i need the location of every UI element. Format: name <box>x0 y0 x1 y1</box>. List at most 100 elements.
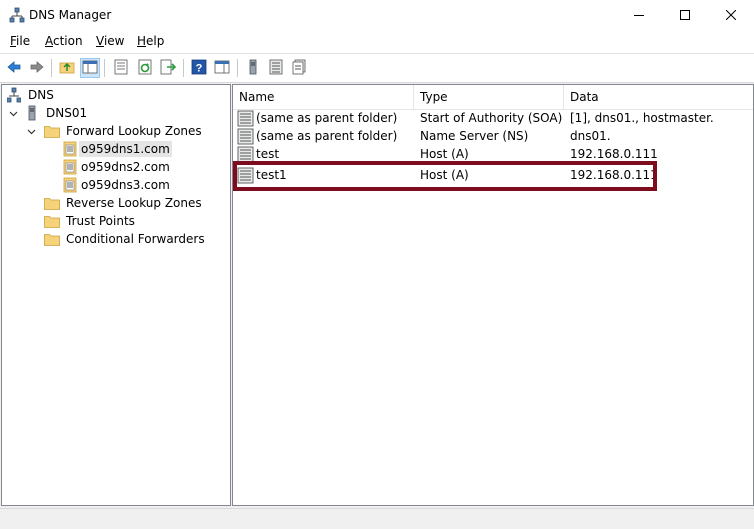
window-title: DNS Manager <box>29 8 112 22</box>
menu-help[interactable]: Help <box>137 34 164 48</box>
toolbar-separator <box>183 59 184 77</box>
tree-label: o959dns2.com <box>81 160 170 174</box>
column-header-name[interactable]: Name <box>233 85 414 109</box>
tree-label: Conditional Forwarders <box>66 232 205 246</box>
record-icon <box>237 146 254 163</box>
tree-item-trust-points[interactable]: Trust Points <box>44 212 137 230</box>
minimize-icon <box>634 10 644 20</box>
menu-action[interactable]: Action <box>45 34 83 48</box>
folder-icon <box>44 213 60 229</box>
record-type: Host (A) <box>420 168 469 182</box>
close-button[interactable] <box>708 0 754 30</box>
menu-action-label: ction <box>53 34 83 48</box>
tree-label: DNS <box>28 88 54 102</box>
folder-icon <box>44 123 60 139</box>
menu-view-label: iew <box>103 34 125 48</box>
title-bar: DNS Manager <box>0 0 754 31</box>
show-hide-action-pane-icon <box>214 59 230 78</box>
menu-view[interactable]: View <box>96 34 124 48</box>
column-header-label: Type <box>420 90 448 104</box>
back-button[interactable] <box>4 58 24 78</box>
server-icon <box>24 105 40 121</box>
tree-item-forward-lookup-zones[interactable]: Forward Lookup Zones <box>26 122 204 140</box>
menu-help-label: elp <box>146 34 165 48</box>
zone-copy-icon <box>291 59 307 78</box>
help-icon: ? <box>191 59 207 78</box>
server-button[interactable] <box>243 58 263 78</box>
export-list-icon <box>160 59 177 78</box>
zone-copy-button[interactable] <box>289 58 309 78</box>
refresh-button[interactable] <box>135 58 155 78</box>
folder-icon <box>44 195 60 211</box>
help-button[interactable]: ? <box>189 58 209 78</box>
close-icon <box>726 10 736 20</box>
tree-label: Trust Points <box>66 214 135 228</box>
menu-file[interactable]: File <box>10 34 30 48</box>
chevron-down-icon[interactable] <box>8 108 18 118</box>
show-hide-tree-button[interactable] <box>80 58 100 78</box>
tree-item-dns[interactable]: DNS <box>6 86 56 104</box>
toolbar-separator <box>51 59 52 77</box>
toolbar: ? <box>0 54 754 83</box>
tree-item-server[interactable]: DNS01 <box>8 104 89 122</box>
record-list[interactable]: Name Type Data (same as parent folder) S… <box>232 84 754 506</box>
zone-icon <box>268 59 284 78</box>
minimize-button[interactable] <box>616 0 662 30</box>
tree-item-zone-o959dns3[interactable]: o959dns3.com <box>62 176 172 194</box>
properties-button[interactable] <box>111 58 131 78</box>
zone-icon <box>62 159 78 175</box>
dns-manager-icon <box>9 7 25 23</box>
status-bar <box>0 508 754 529</box>
menu-view-accel: V <box>96 34 104 48</box>
record-name: test <box>256 147 280 161</box>
table-row[interactable]: test1 Host (A) 192.168.0.111 <box>233 167 753 185</box>
record-type: Start of Authority (SOA) <box>420 111 563 125</box>
record-icon <box>237 110 254 127</box>
folder-icon <box>44 231 60 247</box>
record-type: Name Server (NS) <box>420 129 529 143</box>
show-hide-tree-icon <box>82 59 98 78</box>
toolbar-separator <box>104 59 105 77</box>
console-tree[interactable]: DNS DNS01 Forward Lookup Zones o959dns1.… <box>1 84 231 506</box>
record-data: [1], dns01., hostmaster. <box>570 111 714 125</box>
export-list-button[interactable] <box>158 58 178 78</box>
record-name: test1 <box>256 168 287 182</box>
tree-item-zone-o959dns2[interactable]: o959dns2.com <box>62 158 172 176</box>
zone-icon <box>62 177 78 193</box>
up-folder-button[interactable] <box>57 58 77 78</box>
table-row[interactable]: test Host (A) 192.168.0.111 <box>233 146 753 164</box>
column-header-type[interactable]: Type <box>414 85 564 109</box>
menu-help-accel: H <box>137 34 147 48</box>
zone-icon <box>62 141 78 157</box>
menu-action-accel: A <box>45 34 53 48</box>
svg-text:?: ? <box>196 62 203 74</box>
menu-file-label: ile <box>16 34 31 48</box>
server-icon <box>245 59 261 78</box>
zone-button[interactable] <box>266 58 286 78</box>
record-data: 192.168.0.111 <box>570 147 658 161</box>
tree-label: DNS01 <box>46 106 88 120</box>
tree-item-zone-o959dns1[interactable]: o959dns1.com <box>62 140 172 158</box>
tree-item-conditional-forwarders[interactable]: Conditional Forwarders <box>44 230 207 248</box>
menu-bar: File Action View Help <box>0 31 754 54</box>
tree-label: Reverse Lookup Zones <box>66 196 202 210</box>
tree-item-reverse-lookup-zones[interactable]: Reverse Lookup Zones <box>44 194 204 212</box>
chevron-down-icon[interactable] <box>26 126 36 136</box>
record-icon <box>237 167 254 184</box>
tree-label: o959dns3.com <box>81 178 170 192</box>
column-header-data[interactable]: Data <box>564 85 753 109</box>
maximize-button[interactable] <box>662 0 708 30</box>
dns-icon <box>6 87 22 103</box>
table-row[interactable]: (same as parent folder) Name Server (NS)… <box>233 128 753 146</box>
tree-label: o959dns1.com <box>79 141 172 157</box>
maximize-icon <box>680 10 690 20</box>
record-type: Host (A) <box>420 147 469 161</box>
record-data: 192.168.0.111 <box>570 168 658 182</box>
table-row[interactable]: (same as parent folder) Start of Authori… <box>233 110 753 128</box>
record-data: dns01. <box>570 129 611 143</box>
up-folder-icon <box>59 59 75 78</box>
forward-button[interactable] <box>27 58 47 78</box>
record-name: (same as parent folder) <box>256 111 398 125</box>
show-hide-action-pane-button[interactable] <box>212 58 232 78</box>
column-header-label: Data <box>570 90 599 104</box>
